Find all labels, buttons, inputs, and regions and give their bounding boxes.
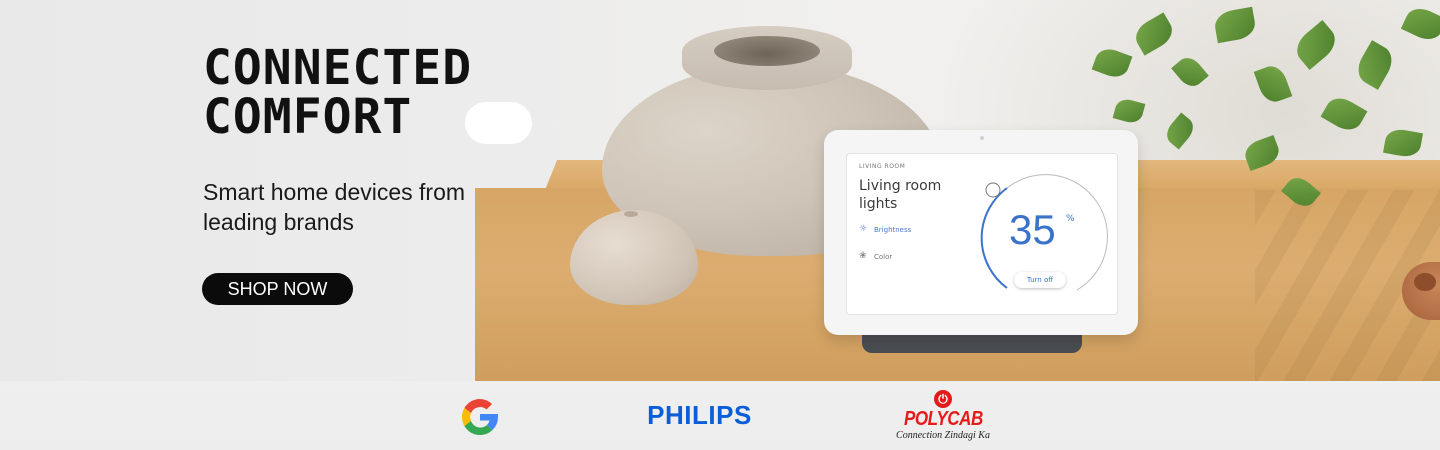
polycab-tagline: Connection Zindagi Ka (896, 430, 990, 441)
shop-now-button[interactable]: SHOP NOW (202, 273, 353, 305)
power-icon: ⏻ (934, 390, 952, 408)
screen-room-label: LIVING ROOM (859, 163, 906, 170)
screen-color-label: Color (874, 252, 893, 261)
screen-value: 35 (1009, 206, 1056, 253)
turn-off-chip: Turn off (1014, 272, 1066, 288)
subtitle: Smart home devices from leading brands (203, 179, 466, 235)
palette-icon: ❀ (859, 251, 867, 261)
brand-polycab[interactable]: ⏻ POLYCAB Connection Zindagi Ka (888, 383, 998, 449)
smart-display-screen: LIVING ROOM Living room lights ☼ Brightn… (846, 153, 1118, 315)
promo-banner[interactable]: LIVING ROOM Living room lights ☼ Brightn… (0, 0, 1440, 450)
google-g-logo-icon (461, 399, 499, 436)
sun-icon: ☼ (859, 224, 868, 234)
headline-line-1: CONNECTED (203, 40, 473, 96)
screen-color-row: ❀ Color (859, 252, 892, 261)
headline: CONNECTED COMFORT (203, 44, 472, 142)
screen-brightness-row: ☼ Brightness (859, 225, 911, 234)
headline-line-2: COMFORT (203, 89, 413, 145)
brand-philips[interactable]: PHILIPS (632, 397, 767, 433)
screen-brightness-label: Brightness (874, 225, 912, 234)
screen-unit: % (1066, 214, 1075, 224)
screen-title: Living room lights (859, 178, 942, 212)
camera-dot (980, 136, 984, 140)
brand-strip: PHILIPS ⏻ POLYCAB Connection Zindagi Ka (0, 381, 1440, 450)
decorative-pill (465, 102, 532, 144)
polycab-wordmark: POLYCAB (903, 408, 983, 430)
philips-wordmark: PHILIPS (647, 399, 752, 430)
brand-google[interactable] (450, 389, 510, 445)
